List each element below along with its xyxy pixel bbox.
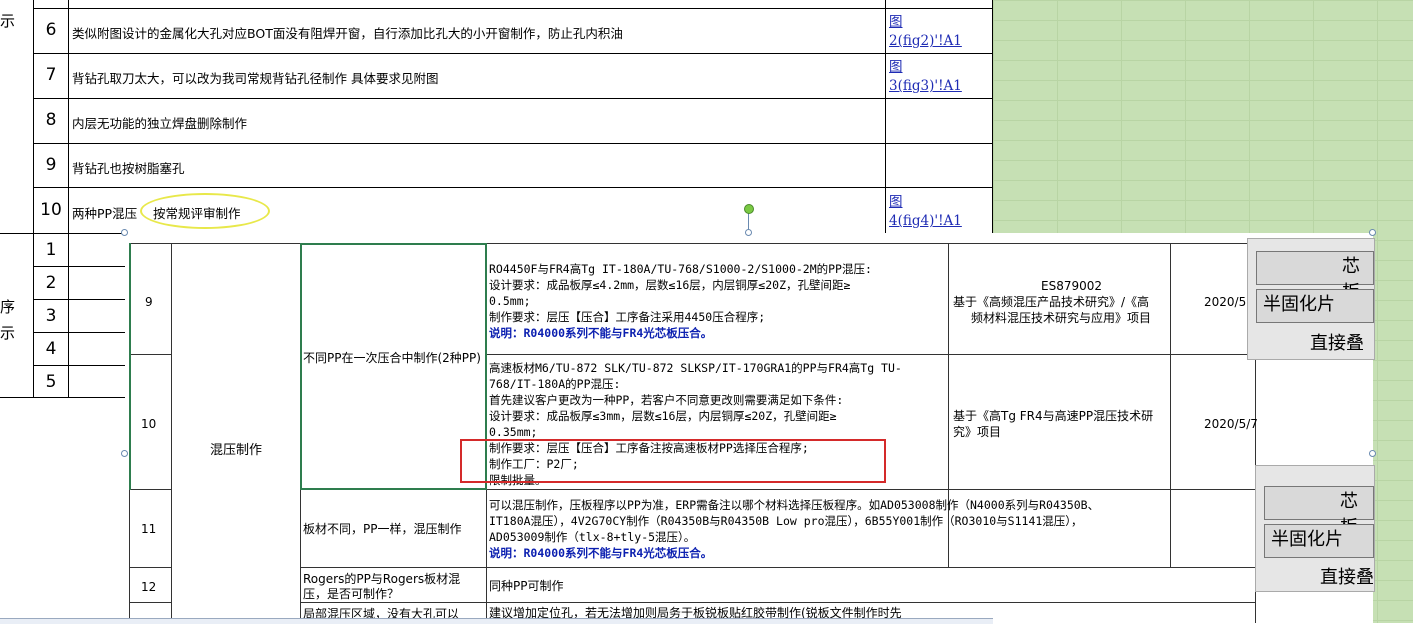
row-text[interactable]: 内层无功能的独立焊盘删除制作 [72,113,247,132]
hyperlink[interactable]: 图 [889,58,903,76]
hyperlink[interactable]: 4(fig4)'!A1 [889,212,962,230]
row-number: 10 [40,200,62,220]
description: 压，是否可制作？ [303,587,400,601]
yellow-ellipse[interactable] [140,193,270,229]
row-text[interactable]: 背钻孔取刀太大，可以改为我司常规背钻孔径制作 具体要求见附图 [72,68,438,87]
row-number: 5 [45,372,57,392]
grid-line [33,332,128,333]
grid-line [129,602,171,603]
row-number: 3 [45,306,57,326]
content-line: 0.35mm; [489,425,538,439]
row-text[interactable]: 两种PP混压 [72,203,137,222]
content-line: IT180A混压），4V2G70CY制作（R04350B与R04350B Low… [489,514,1083,528]
row-number: 11 [141,522,157,536]
hyperlink[interactable]: 图 [889,13,903,31]
grid-line [885,0,886,234]
description: 不同PP在一次压合中制作(2种PP) [303,351,481,365]
resize-handle[interactable] [121,450,128,457]
content-line: 同种PP可制作 [489,579,564,593]
grid-line [129,489,171,490]
stack-layer-label: 半固化片 [1256,289,1374,323]
rotate-handle[interactable] [744,204,754,214]
sheet-tab-bar[interactable] [0,618,993,624]
content-line: 首先建议客户更改为一种PP，若客户不同意更改则需要满足如下条件: [489,393,844,407]
stack-layer-label: 芯板 [1264,486,1374,538]
stack-diagram: 芯板 半固化片 直接叠 [1255,465,1375,592]
selected-cell[interactable] [300,243,487,490]
left-label-bottom-1: 序 [0,298,16,316]
content-line: 制作要求：层压【压合】工序备注采用4450压合程序; [489,310,766,324]
content-line: RO4450F与FR4高Tg IT-180A/TU-768/S1000-2/S1… [489,262,872,276]
row-number: 2 [45,273,57,293]
content-line: 设计要求：成品板厚≤3mm，层数≤16层，内层铜厚≤20Z，孔壁间距≥ [489,409,837,423]
hyperlink[interactable]: 3(fig3)'!A1 [889,77,962,95]
left-label-bottom-2: 示 [0,324,16,342]
grid-line [300,602,1256,603]
reference: 频材料混压技术研究与应用》项目 [971,311,1152,325]
reference: 基于《高频混压产品技术研究》/《高 [953,295,1150,309]
grid-line [33,53,993,54]
pasted-image[interactable]: 9 10 11 12 混压制作 不同PP在一次压合中制作(2种PP) 板材不同，… [125,233,1373,623]
grid-line [171,243,172,623]
content-line: 0.5mm; [489,294,531,308]
row-number: 1 [45,240,57,260]
row-number: 7 [45,65,57,85]
grid-line [486,354,1256,355]
reference: 基于《高Tg FR4与高速PP混压技术研 [953,409,1154,423]
grid-line [1170,243,1171,568]
category-label: 混压制作 [210,443,263,458]
note-line: 说明：R04000系列不能与FR4光芯板压合。 [489,326,713,340]
date: 2020/5 [1204,295,1247,309]
resize-handle[interactable] [745,229,752,236]
grid-line [129,567,171,568]
note-line: 说明：R04000系列不能与FR4光芯板压合。 [489,546,713,560]
description: 板材不同，PP一样，混压制作 [303,522,462,536]
red-callout-box[interactable] [460,439,886,483]
stack-layer-label: 芯板 [1256,251,1374,303]
hyperlink[interactable]: 图 [889,193,903,211]
grid-line [300,567,1256,568]
content-line: 高速板材M6/TU-872 SLK/TU-872 SLKSP/IT-170GRA… [489,361,902,375]
row-number: 9 [45,155,57,175]
left-label-top: 示 [0,12,16,30]
reference: ES879002 [1041,279,1103,293]
content-line: 可以混压制作，压板程序以PP为准，ERP需备注以哪个材料选择压板程序。如AD05… [489,498,1100,512]
row-number: 4 [45,339,57,359]
row-number: 8 [45,110,57,130]
grid-line [33,187,993,188]
row-number: 12 [141,580,157,594]
grid-line [33,143,993,144]
grid-line [129,243,1255,244]
grid-line [33,98,993,99]
grid-line [0,397,128,398]
resize-handle[interactable] [1369,450,1376,457]
stack-caption: 直接叠 [1310,333,1364,354]
selection-edge [129,243,132,490]
grid-line [33,299,128,300]
grid-line [129,354,171,355]
row-number: 6 [45,20,57,40]
content-line: AD053009制作（tlx-8+tly-5混压）。 [489,530,696,544]
content-line: 设计要求：成品板厚≤4.2mm，层数≤16层，内层铜厚≤20Z，孔壁间距≥ [489,278,851,292]
content-line: 768/IT-180A的PP混压: [489,377,621,391]
stack-layer-label: 半固化片 [1264,524,1374,558]
grid-line [33,365,128,366]
date: 2020/5/7 [1204,417,1258,431]
row-number: 10 [141,417,157,431]
grid-line [33,266,128,267]
stack-caption: 直接叠 [1320,567,1374,588]
stack-diagram: 芯板 半固化片 直接叠 [1247,238,1375,360]
resize-handle[interactable] [121,229,128,236]
row-text[interactable]: 背钻孔也按树脂塞孔 [72,158,185,177]
hyperlink[interactable]: 2(fig2)'!A1 [889,32,962,50]
grid-line [33,8,993,9]
resize-handle[interactable] [1369,229,1376,236]
reference: 究》项目 [953,425,1002,439]
description: Rogers的PP与Rogers板材混 [303,572,461,586]
row-number: 9 [145,295,153,309]
grid-line [992,0,993,234]
row-text[interactable]: 类似附图设计的金属化大孔对应BOT面没有阻焊开窗，自行添加比孔大的小开窗制作，防… [72,23,623,42]
